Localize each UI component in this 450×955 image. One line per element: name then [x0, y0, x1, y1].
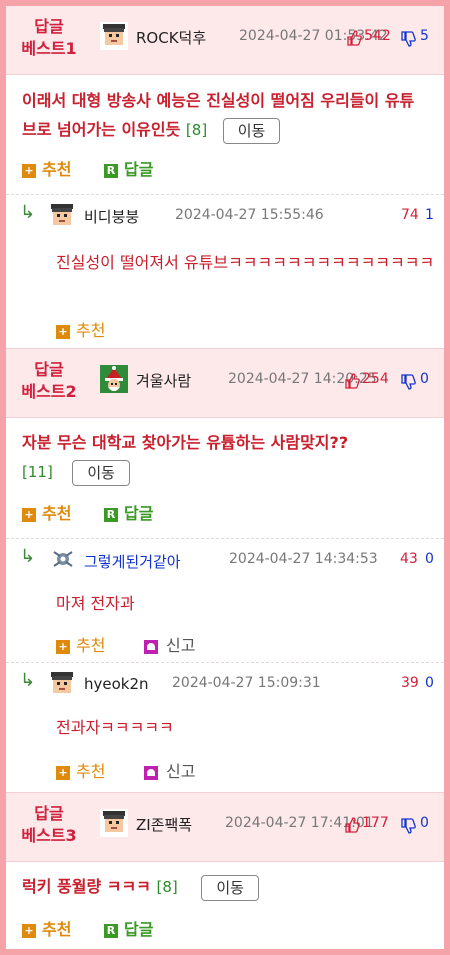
move-button[interactable]: 이동: [222, 117, 281, 144]
avatar[interactable]: [100, 22, 128, 50]
downvote-count: 5: [420, 28, 429, 44]
plus-icon: +: [22, 923, 36, 938]
plus-icon: +: [22, 163, 36, 178]
reply-r-icon: R: [104, 507, 118, 522]
reply-arrow-icon: ↳: [20, 546, 36, 567]
plus-icon: +: [22, 507, 36, 522]
upvote-count: 74: [401, 207, 419, 223]
downvote-count: 0: [420, 815, 429, 831]
thumbs-down-icon[interactable]: [400, 31, 416, 47]
comment-date: 2024-04-27 15:55:46: [175, 207, 324, 223]
author-name[interactable]: hyeok2n: [84, 675, 149, 693]
move-button[interactable]: 이동: [201, 874, 259, 901]
move-button[interactable]: 이동: [72, 459, 130, 486]
comment-text: 전과자ㅋㅋㅋㅋㅋ: [56, 718, 174, 737]
plus-icon: +: [56, 324, 70, 339]
reply-content: 자분 무슨 대학교 찾아가는 유튭하는 사람맞지?? [11] 이동: [22, 428, 422, 487]
comment-count: [8]: [185, 121, 208, 139]
reply-arrow-icon: ↳: [20, 670, 36, 691]
downvote-count: 0: [425, 675, 434, 691]
author-name[interactable]: ZI존팩폭: [136, 814, 192, 835]
reply-r-icon: R: [104, 923, 118, 938]
comment-date: 2024-04-27 15:09:31: [172, 675, 321, 691]
downvote-count: 1: [425, 207, 434, 223]
thumbs-down-icon[interactable]: [400, 374, 416, 390]
avatar[interactable]: [48, 202, 76, 230]
comment-text: 마져 전자과: [56, 594, 135, 613]
divider: [6, 538, 444, 539]
avatar[interactable]: [50, 546, 76, 572]
upvote-count: 177: [362, 815, 389, 831]
recommend-button[interactable]: + 추천: [56, 317, 105, 341]
author-name[interactable]: 비디붕붕: [84, 206, 139, 227]
best-label: 답글 베스트1: [21, 17, 77, 58]
reply-button[interactable]: R 답글: [104, 156, 153, 180]
recommend-button[interactable]: + 추천: [56, 632, 105, 656]
avatar[interactable]: [48, 670, 76, 698]
comment-count: [11]: [22, 463, 53, 481]
recommend-button[interactable]: + 추천: [56, 758, 105, 782]
plus-icon: +: [56, 765, 70, 780]
recommend-button[interactable]: + 추천: [22, 916, 71, 940]
upvote-count: 542: [364, 28, 391, 44]
report-button[interactable]: 신고: [144, 632, 195, 656]
upvote-count: 254: [362, 371, 389, 387]
recommend-button[interactable]: + 추천: [22, 156, 71, 180]
report-icon: [144, 639, 158, 654]
reply-button[interactable]: R 답글: [104, 500, 153, 524]
author-name[interactable]: ROCK덕후: [136, 27, 206, 48]
avatar[interactable]: [100, 809, 128, 837]
thumbs-up-icon[interactable]: [346, 30, 362, 46]
thumbs-up-icon[interactable]: [344, 373, 360, 389]
divider: [6, 194, 444, 195]
reply-r-icon: R: [104, 163, 118, 178]
comment-text: 진실성이 떨어져서 유튜브ㅋㅋㅋㅋㅋㅋㅋㅋㅋㅋㅋㅋㅋㅋ: [56, 253, 435, 272]
upvote-count: 39: [401, 675, 419, 691]
thumbs-up-icon[interactable]: [344, 817, 360, 833]
reply-arrow-icon: ↳: [20, 202, 36, 223]
upvote-count: 43: [400, 551, 418, 567]
author-name[interactable]: 겨울사람: [136, 370, 191, 391]
divider: [6, 662, 444, 663]
best-replies-panel: 답글 베스트1 ROCK덕후 2024-04-27 01:53:42 542 5…: [6, 6, 444, 949]
best-reply-header-3: 답글 베스트3 ZI존팩폭 2024-04-27 17:41:01 177 0: [6, 792, 444, 862]
reply-content: 이래서 대형 방송사 예능은 진실성이 떨어짐 우리들이 유튜브로 넘어가는 이…: [22, 86, 422, 145]
report-icon: [144, 765, 158, 780]
recommend-button[interactable]: + 추천: [22, 500, 71, 524]
best-label: 답글 베스트2: [21, 360, 77, 401]
thumbs-down-icon[interactable]: [400, 818, 416, 834]
downvote-count: 0: [425, 551, 434, 567]
report-button[interactable]: 신고: [144, 758, 195, 782]
downvote-count: 0: [420, 371, 429, 387]
comment-date: 2024-04-27 14:34:53: [229, 551, 378, 567]
plus-icon: +: [56, 639, 70, 654]
best-label: 답글 베스트3: [21, 804, 77, 845]
reply-content: 럭키 풍월량 ㅋㅋㅋ [8] 이동: [22, 872, 422, 902]
author-name[interactable]: 그렇게된거같아: [84, 551, 181, 572]
reply-button[interactable]: R 답글: [104, 916, 153, 940]
best-reply-header-1: 답글 베스트1 ROCK덕후 2024-04-27 01:53:42 542 5: [6, 6, 444, 75]
best-reply-header-2: 답글 베스트2 겨울사람 2024-04-27 14:20:25 254 0: [6, 348, 444, 418]
avatar[interactable]: [100, 365, 128, 393]
comment-count: [8]: [156, 878, 178, 896]
